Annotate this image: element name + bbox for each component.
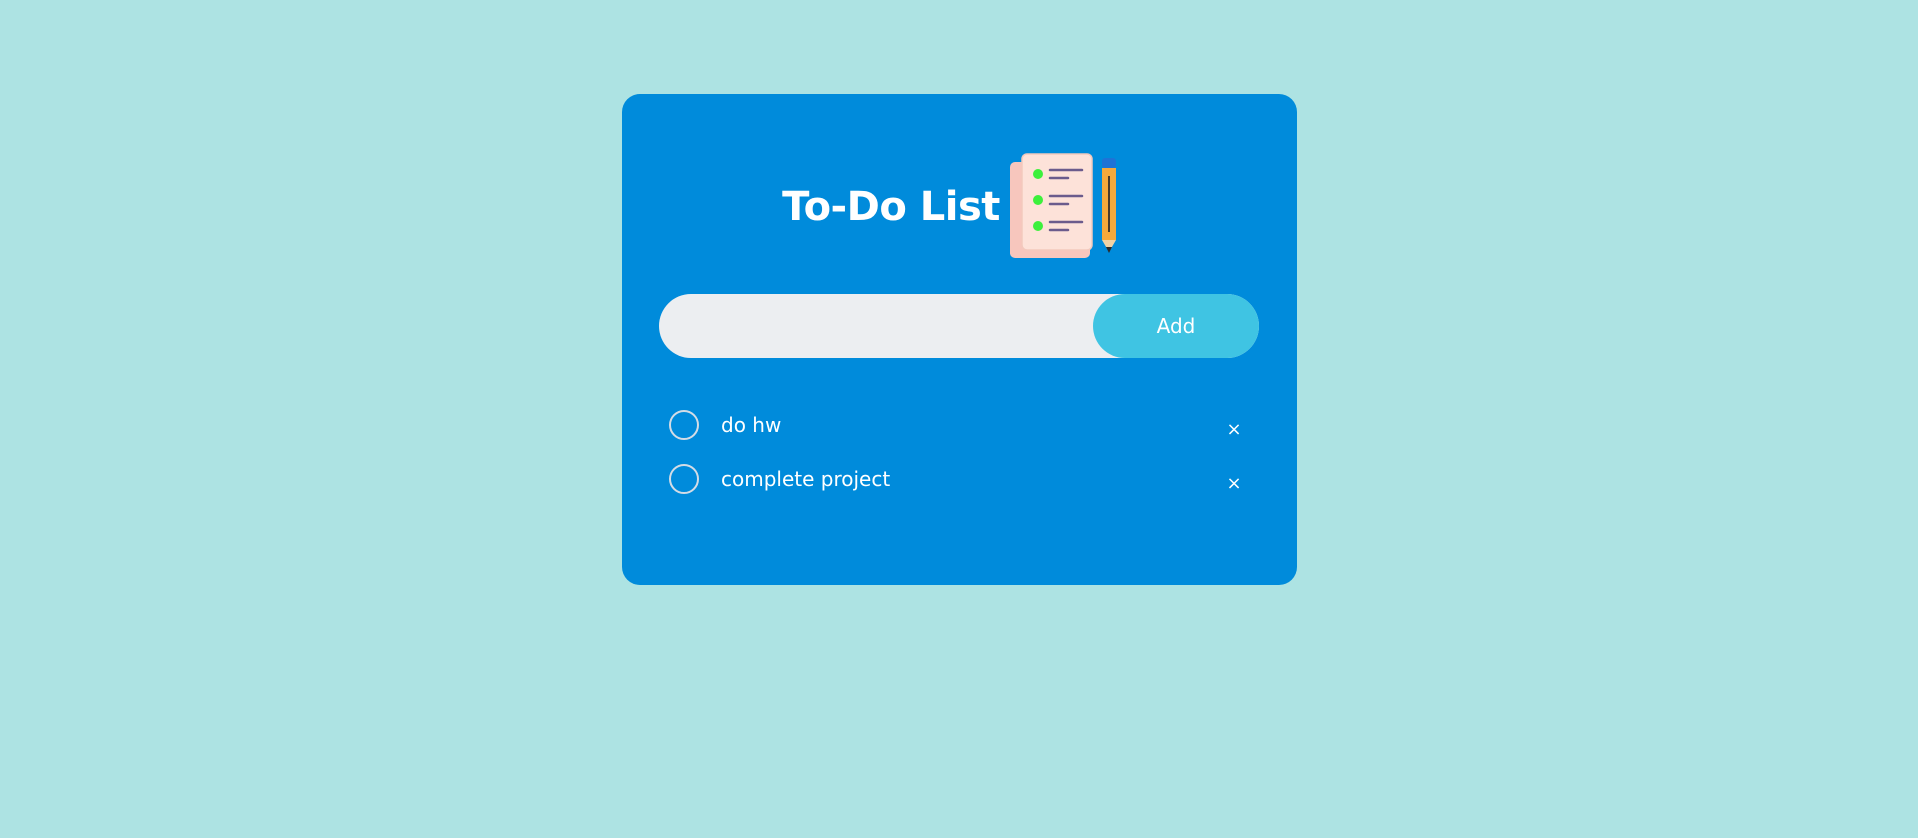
task-text: complete project — [721, 467, 891, 491]
delete-task-button[interactable]: × — [1219, 469, 1249, 499]
task-input[interactable] — [659, 294, 1079, 358]
add-button[interactable]: Add — [1093, 294, 1259, 358]
unchecked-circle-icon[interactable] — [669, 410, 699, 440]
add-task-form: Add — [659, 294, 1259, 358]
unchecked-circle-icon[interactable] — [669, 464, 699, 494]
task-item[interactable]: complete project × — [669, 452, 1249, 506]
task-text: do hw — [721, 413, 782, 437]
checklist-with-pencil-icon — [1009, 153, 1116, 258]
task-item[interactable]: do hw × — [669, 398, 1249, 452]
header: To-Do List — [622, 152, 1297, 262]
task-list: do hw × complete project × — [669, 398, 1249, 506]
delete-task-button[interactable]: × — [1219, 415, 1249, 445]
todo-card: To-Do List Add do hw × complete project … — [622, 94, 1297, 585]
app-title: To-Do List — [782, 184, 1000, 230]
